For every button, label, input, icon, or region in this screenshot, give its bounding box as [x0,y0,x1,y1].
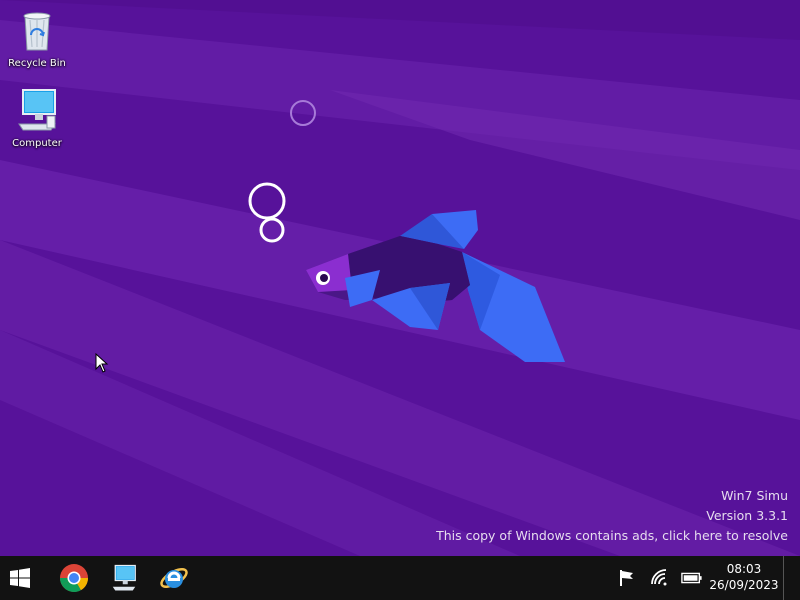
desktop-icon-label: Computer [12,138,62,149]
watermark-line: Version 3.3.1 [706,508,788,523]
taskbar-app-internet-explorer[interactable] [150,556,198,600]
activation-watermark[interactable]: Win7 Simu Version 3.3.1 This copy of Win… [436,486,788,546]
taskbar-app-computer[interactable] [100,556,148,600]
clock-time: 08:03 [726,562,762,576]
start-button[interactable] [0,556,40,600]
computer-icon [18,89,56,131]
chrome-icon [60,564,88,592]
tray-network[interactable] [648,568,670,588]
wallpaper [0,0,800,556]
taskbar-app-chrome[interactable] [50,556,98,600]
desktop-icon-recycle-bin[interactable]: Recycle Bin [1,6,73,69]
recycle-bin-icon [23,12,51,51]
wifi-icon [651,569,667,586]
taskbar: 08:03 26/09/2023 [0,556,800,600]
watermark-resolve-link[interactable]: This copy of Windows contains ads, click… [436,526,788,546]
action-center-flag-icon [620,570,633,586]
windows-logo-icon [10,568,30,588]
mouse-cursor-icon [95,353,109,373]
tray-action-center[interactable] [616,568,638,588]
watermark-line: Win7 Simu [721,488,788,503]
clock-date: 26/09/2023 [709,578,779,592]
show-desktop-button[interactable] [783,556,800,600]
internet-explorer-icon [160,568,188,588]
battery-icon [681,572,702,584]
desktop-icon-computer[interactable]: Computer [1,86,73,149]
desktop[interactable]: Recycle Bin Computer Win7 Simu Version 3… [0,0,800,556]
desktop-icon-label: Recycle Bin [8,58,66,69]
tray-clock[interactable]: 08:03 26/09/2023 [704,561,784,593]
computer-icon [112,564,136,591]
tray-battery[interactable] [681,568,703,588]
